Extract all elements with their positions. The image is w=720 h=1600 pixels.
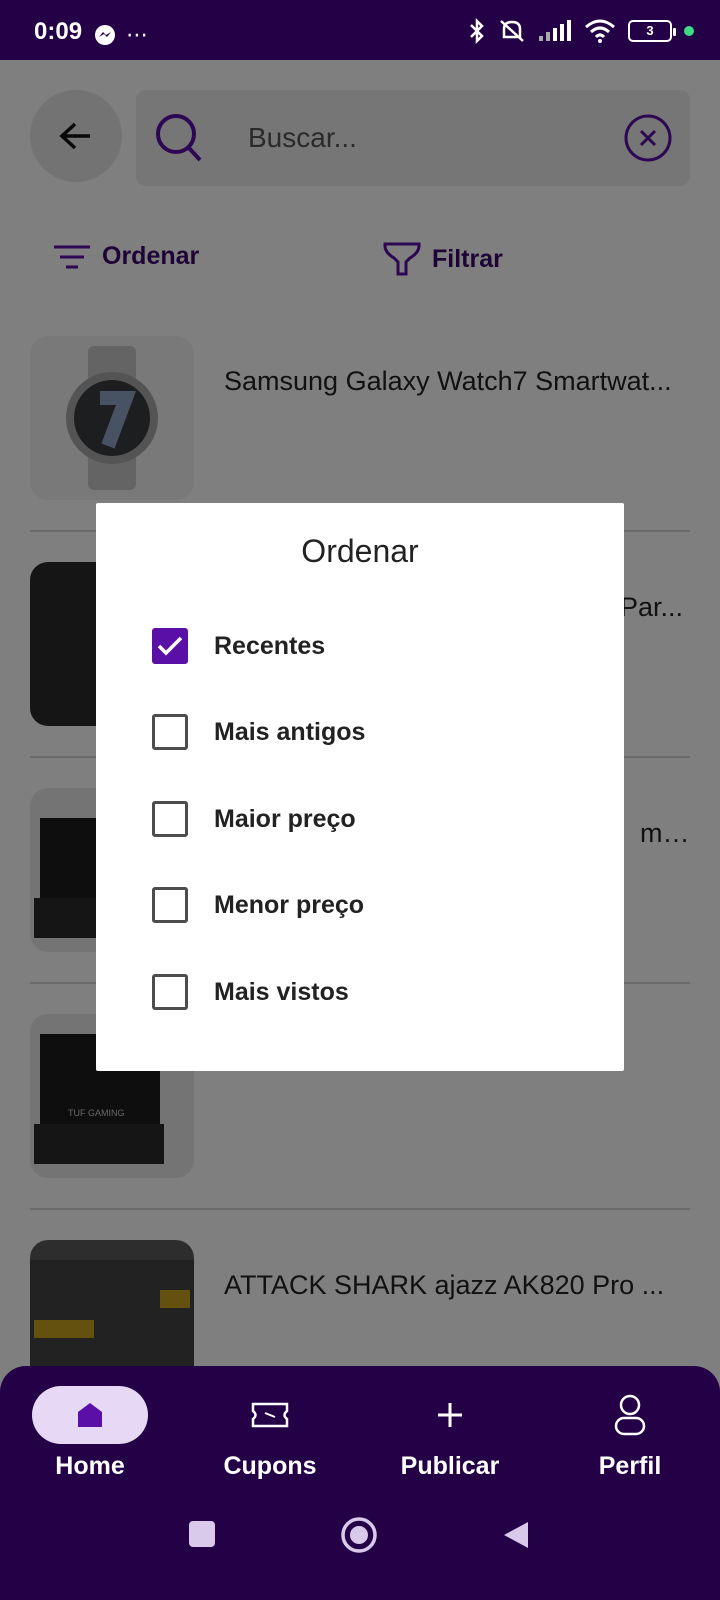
battery-icon: 3 [628,20,676,42]
nav-item-publicar[interactable]: Publicar [360,1386,540,1481]
privacy-indicator-dot [684,26,694,36]
option-label: Recentes [214,631,326,660]
home-icon [78,1403,102,1427]
system-navigation-bar [0,1476,720,1600]
checkbox-unchecked[interactable] [152,714,188,750]
ticket-icon [251,1402,289,1428]
plus-icon [438,1403,462,1427]
back-triangle-icon[interactable] [502,1520,530,1550]
signal-icon [539,20,571,41]
option-label: Menor preço [214,890,365,919]
nav-item-perfil[interactable]: Perfil [540,1386,720,1481]
bluetooth-icon [470,18,484,44]
checkmark-icon [157,636,183,656]
status-time: 0:09 [34,18,83,45]
home-icon-pill [32,1386,148,1444]
checkbox-checked[interactable] [152,628,188,664]
sort-option-recentes[interactable]: Recentes [152,616,572,676]
ticket-icon-pill [212,1386,328,1444]
option-label: Mais antigos [214,717,366,746]
home-circle-icon[interactable] [340,1516,378,1554]
nav-item-cupons[interactable]: Cupons [180,1386,360,1481]
nav-item-home[interactable]: Home [0,1386,180,1481]
checkbox-unchecked[interactable] [152,974,188,1010]
person-icon-pill [572,1386,688,1444]
status-bar: 0:09 ⋯ 3 [0,0,720,60]
status-right-icons: 3 [468,18,694,44]
option-label: Maior preço [214,804,356,833]
sort-option-menor-preco[interactable]: Menor preço [152,875,572,935]
status-left-icons: ⋯ [94,22,148,48]
checkbox-unchecked[interactable] [152,887,188,923]
plus-icon-pill [392,1386,508,1444]
mute-icon [500,20,524,42]
wifi-icon [585,19,615,43]
recents-square-icon[interactable] [188,1520,216,1548]
sort-option-maior-preco[interactable]: Maior preço [152,789,572,849]
messenger-icon [95,25,115,45]
person-icon [614,1394,646,1436]
checkbox-unchecked[interactable] [152,801,188,837]
option-label: Mais vistos [214,977,349,1006]
dialog-title: Ordenar [301,533,419,569]
sort-option-mais-antigos[interactable]: Mais antigos [152,702,572,762]
sort-option-mais-vistos[interactable]: Mais vistos [152,962,572,1022]
more-notifications-icon: ⋯ [126,22,148,47]
sort-dialog: Ordenar Recentes Mais antigos Maior preç… [96,503,624,1071]
